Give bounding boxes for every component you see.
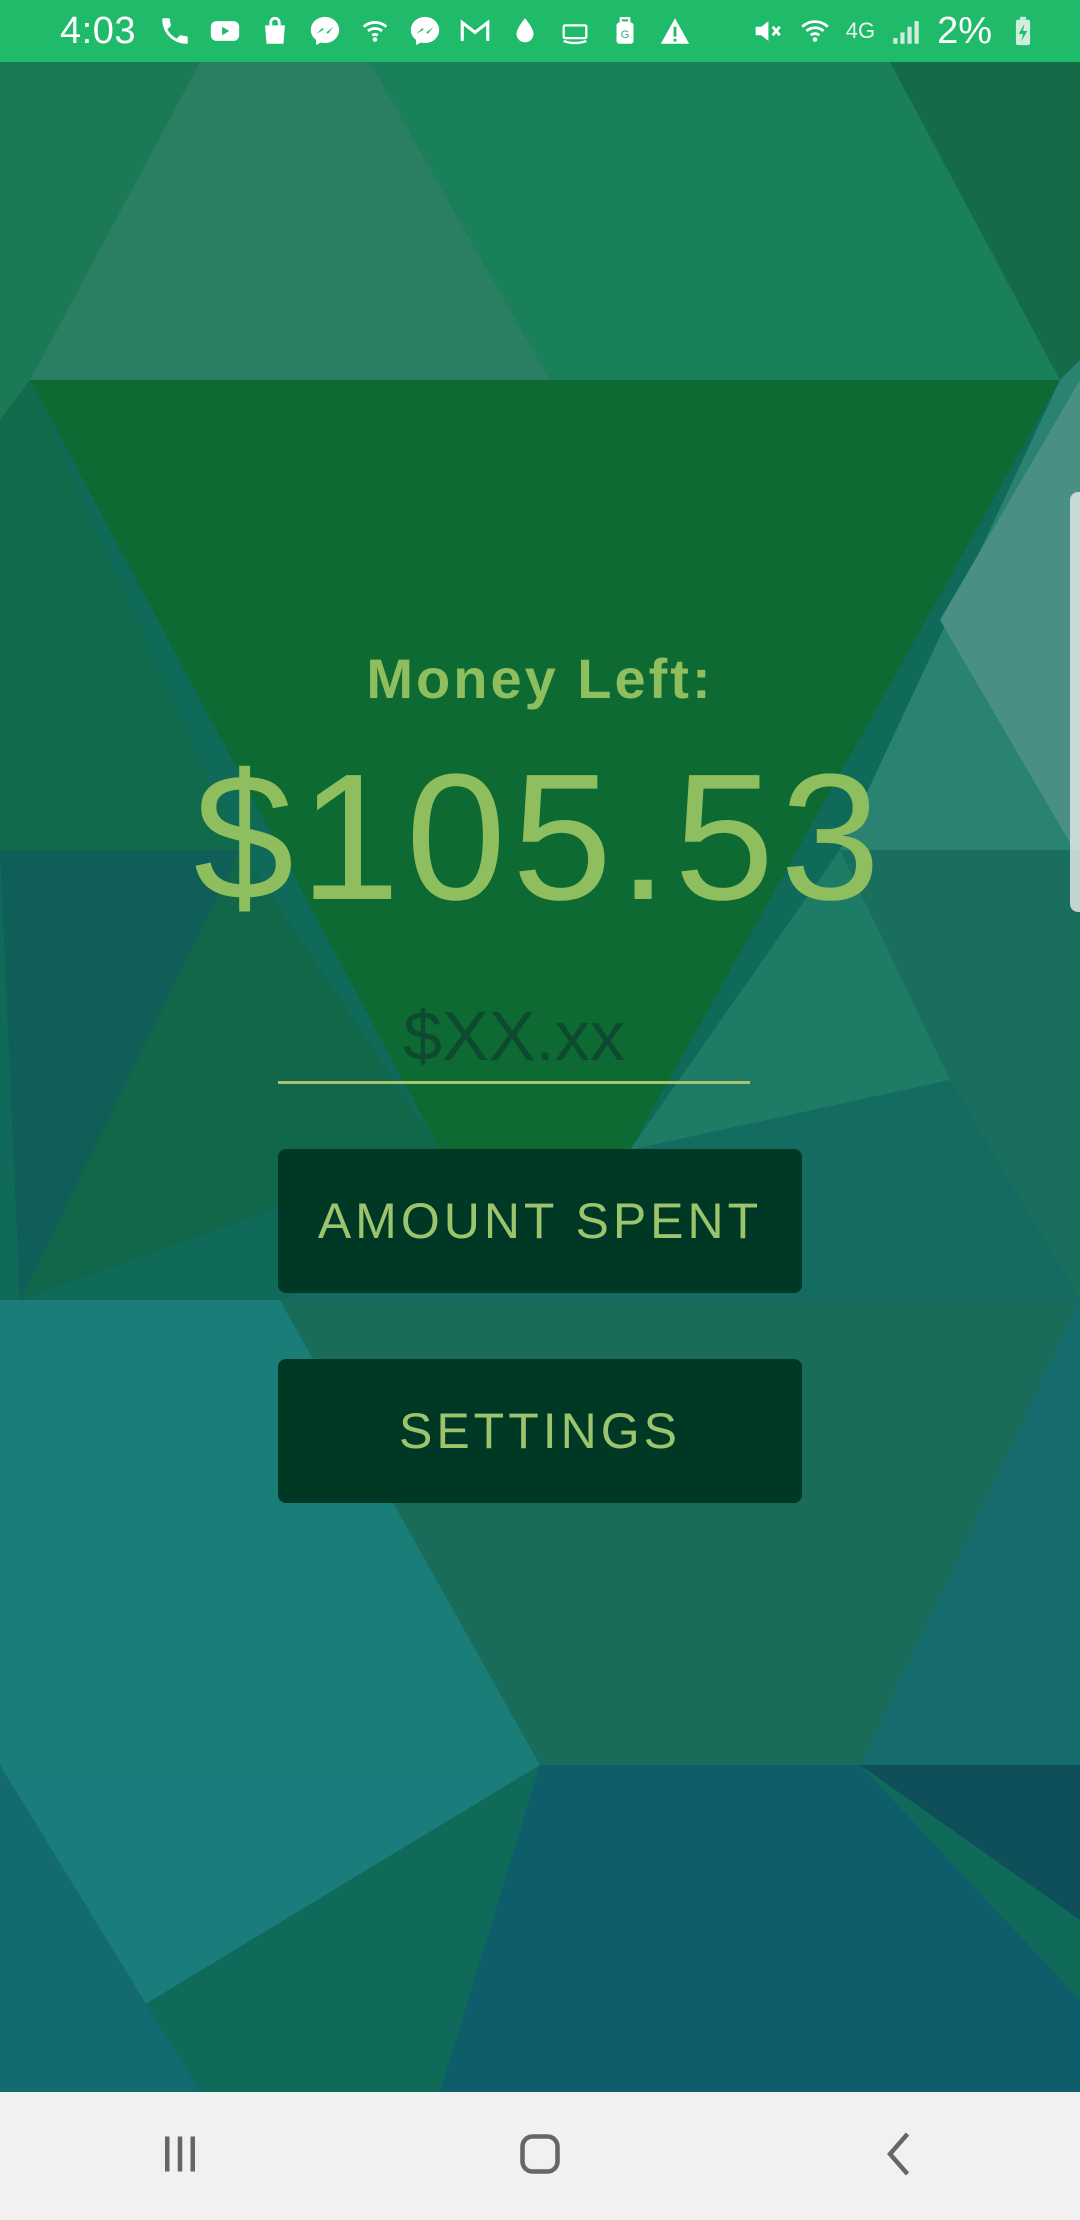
mute-icon — [750, 14, 784, 48]
money-left-value: $105.53 — [193, 737, 887, 938]
system-icons: 4G 2% — [750, 10, 1040, 53]
messenger-icon — [308, 14, 342, 48]
amount-spent-input[interactable] — [278, 990, 750, 1084]
drop-icon — [508, 14, 542, 48]
background-pattern — [0, 0, 1080, 2220]
recents-button[interactable] — [120, 2106, 240, 2206]
status-bar: 4:03 G 4G 2% — [0, 0, 1080, 62]
youtube-icon — [208, 14, 242, 48]
battery-icon — [1006, 14, 1040, 48]
back-button[interactable] — [840, 2106, 960, 2206]
network-type: 4G — [845, 18, 876, 43]
warning-icon — [658, 14, 692, 48]
amount-spent-button[interactable]: AMOUNT SPENT — [278, 1149, 802, 1293]
amazon-icon — [558, 14, 592, 48]
back-icon — [870, 2124, 930, 2189]
edge-panel-handle[interactable] — [1070, 492, 1080, 912]
recents-icon — [150, 2124, 210, 2189]
money-left-label: Money Left: — [366, 647, 714, 710]
svg-text:G: G — [621, 29, 630, 41]
wifi-icon — [798, 14, 832, 48]
shopping-bag-icon — [258, 14, 292, 48]
home-icon — [510, 2124, 570, 2189]
gmail-icon — [458, 14, 492, 48]
settings-button[interactable]: SETTINGS — [278, 1359, 802, 1503]
messenger-icon — [408, 14, 442, 48]
phone-icon — [158, 14, 192, 48]
navigation-bar — [0, 2092, 1080, 2220]
signal-icon — [889, 14, 923, 48]
luggage-icon: G — [608, 14, 642, 48]
wifi-call-icon — [358, 14, 392, 48]
home-button[interactable] — [480, 2106, 600, 2206]
notification-icons: G — [158, 14, 692, 48]
battery-percent: 2% — [937, 9, 992, 52]
status-time: 4:03 — [60, 9, 136, 52]
